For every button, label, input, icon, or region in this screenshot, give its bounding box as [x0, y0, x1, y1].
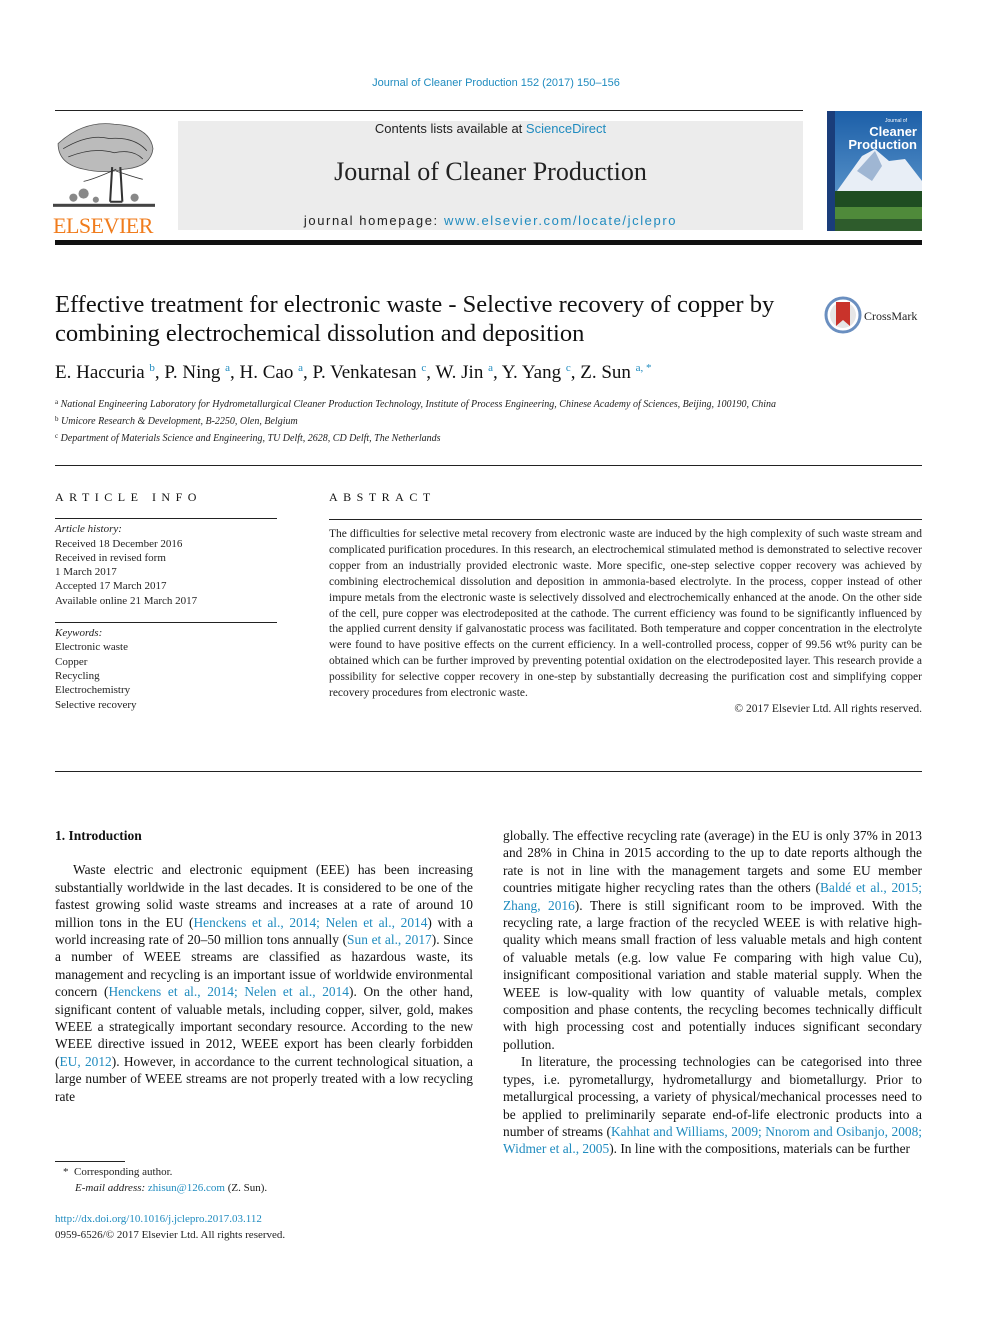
- keyword: Electrochemistry: [55, 684, 131, 697]
- article-info-label: ARTICLE INFO: [55, 490, 202, 504]
- citation-link[interactable]: Henckens et al., 2014; Nelen et al., 201…: [108, 984, 349, 999]
- intro-paragraph: Waste electric and electronic equipment …: [55, 862, 474, 1104]
- history-item: Received 18 December 2016: [55, 537, 183, 550]
- crossmark-label: CrossMark: [864, 309, 918, 323]
- citation-link[interactable]: Sun et al., 2017: [347, 932, 432, 947]
- author[interactable]: H. Cao a: [240, 362, 303, 383]
- abstract-rule: [329, 519, 922, 520]
- article-info: ARTICLE INFO Article history: Received 1…: [55, 490, 277, 712]
- journal-cover[interactable]: Journal of Cleaner Production: [827, 111, 922, 231]
- history-label: Article history:: [55, 523, 122, 536]
- article-info-rule: [55, 518, 277, 520]
- author[interactable]: W. Jin a: [435, 362, 493, 383]
- footnote: * Corresponding author. E-mail address: …: [55, 1164, 267, 1196]
- article-title: Effective treatment for electronic waste…: [55, 291, 775, 347]
- author[interactable]: P. Ning a: [164, 362, 230, 383]
- journal-banner: Contents lists available at ScienceDirec…: [178, 121, 803, 230]
- doi-block: http://dx.doi.org/10.1016/j.jclepro.2017…: [55, 1211, 285, 1243]
- section-heading-introduction: 1. Introduction: [55, 828, 142, 843]
- history-item: Accepted 17 March 2017: [55, 580, 167, 593]
- journal-title: Journal of Cleaner Production: [334, 157, 647, 186]
- header-thick-rule: [55, 240, 922, 245]
- intro-paragraph: globally. The effective recycling rate (…: [503, 828, 923, 1052]
- crossmark-icon: [824, 296, 862, 334]
- keywords-label: Keywords:: [55, 627, 103, 640]
- citation-link[interactable]: Kahhat and Williams, 2009; Nnorom and Os…: [503, 1124, 922, 1156]
- journal-reference[interactable]: Journal of Cleaner Production 152 (2017)…: [0, 77, 992, 89]
- keywords-rule: [55, 622, 277, 624]
- sciencedirect-link[interactable]: ScienceDirect: [526, 121, 606, 136]
- affiliation: c Department of Materials Science and En…: [55, 432, 441, 444]
- history-item: 1 March 2017: [55, 566, 117, 579]
- abstract-text: The difficulties for selective metal rec…: [329, 528, 922, 700]
- affiliations: a National Engineering Laboratory for Hy…: [55, 395, 815, 446]
- top-rule: [55, 110, 803, 111]
- author-list: E. Haccuria b, P. Ning a, H. Cao a, P. V…: [55, 362, 652, 383]
- keyword: Recycling: [55, 669, 100, 682]
- author[interactable]: P. Venkatesan c: [313, 362, 427, 383]
- elsevier-logo[interactable]: ELSEVIER: [53, 118, 158, 238]
- cover-title-line2: Production: [848, 137, 917, 152]
- homepage-line: journal homepage: www.elsevier.com/locat…: [178, 213, 803, 228]
- elsevier-wordmark: ELSEVIER: [53, 213, 153, 238]
- doi-link[interactable]: http://dx.doi.org/10.1016/j.jclepro.2017…: [55, 1213, 262, 1225]
- affiliation: b Umicore Research & Development, B-2250…: [55, 415, 298, 427]
- body-column-left: 1. Introduction Waste electric and elect…: [55, 827, 473, 1105]
- citation-link[interactable]: EU, 2012: [59, 1054, 111, 1069]
- body-column-right: globally. The effective recycling rate (…: [503, 827, 922, 1158]
- crossmark-button[interactable]: CrossMark: [824, 296, 924, 336]
- author[interactable]: Z. Sun a, *: [580, 362, 651, 383]
- homepage-link[interactable]: www.elsevier.com/locate/jclepro: [444, 213, 677, 228]
- author[interactable]: E. Haccuria b: [55, 362, 155, 383]
- keyword: Copper: [55, 655, 88, 668]
- citation-link[interactable]: Baldé et al., 2015; Zhang, 2016: [503, 880, 922, 912]
- contents-line: Contents lists available at ScienceDirec…: [178, 121, 803, 136]
- cover-image: Journal of Cleaner Production: [827, 111, 922, 231]
- affiliation: a National Engineering Laboratory for Hy…: [55, 398, 776, 410]
- abstract-label: ABSTRACT: [329, 490, 436, 504]
- abstract-bottom-rule: [55, 771, 922, 772]
- author-affil-mark[interactable]: a, *: [636, 362, 652, 374]
- issn-line: 0959-6526/© 2017 Elsevier Ltd. All right…: [55, 1229, 286, 1241]
- affiliation-rule: [55, 465, 922, 466]
- keyword: Selective recovery: [55, 698, 137, 711]
- history-item: Received in revised form: [55, 551, 166, 564]
- corresponding-author-note: * Corresponding author.: [63, 1166, 173, 1178]
- history-item: Available online 21 March 2017: [55, 594, 198, 607]
- citation-link[interactable]: Henckens et al., 2014; Nelen et al., 201…: [194, 915, 428, 930]
- abstract: ABSTRACT The difficulties for selective …: [329, 490, 922, 715]
- abstract-copyright: © 2017 Elsevier Ltd. All rights reserved…: [734, 702, 922, 715]
- homepage-prefix: journal homepage:: [303, 213, 444, 228]
- intro-paragraph: In literature, the processing technologi…: [503, 1054, 922, 1157]
- footnote-rule: [55, 1161, 125, 1162]
- contents-prefix: Contents lists available at: [374, 121, 526, 136]
- author[interactable]: Y. Yang c: [502, 362, 571, 383]
- email-note: E-mail address: zhisun@126.com (Z. Sun).: [75, 1182, 268, 1194]
- keyword: Electronic waste: [55, 641, 128, 654]
- email-link[interactable]: zhisun@126.com: [148, 1182, 225, 1194]
- elsevier-tree-icon: [53, 118, 155, 210]
